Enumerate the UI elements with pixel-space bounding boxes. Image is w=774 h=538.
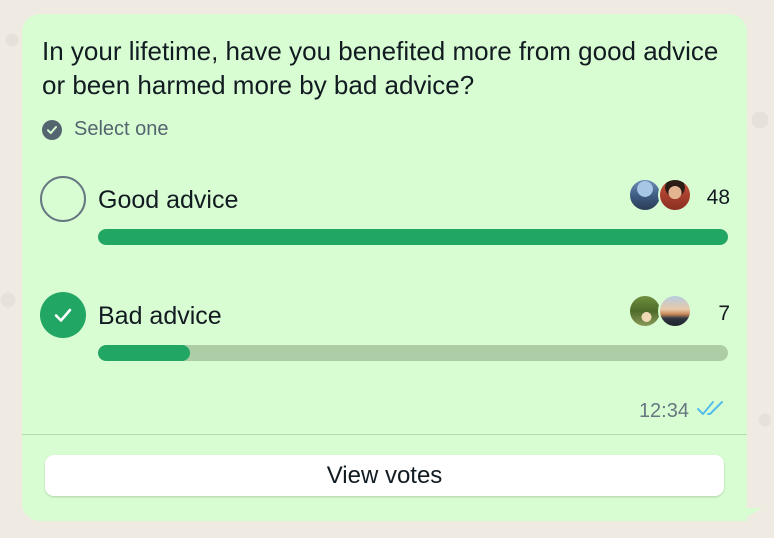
vote-progress-fill (98, 229, 728, 245)
poll-option-label: Good advice (98, 186, 239, 214)
bubble-tail (740, 508, 762, 521)
radio-checked-icon[interactable] (40, 292, 86, 338)
avatar-landscape-icon (628, 178, 662, 212)
avatar-person-icon (658, 178, 692, 212)
double-check-read-icon (697, 398, 727, 424)
view-votes-button[interactable]: View votes (45, 455, 724, 496)
message-meta: 12:34 (639, 398, 727, 424)
poll-question: In your lifetime, have you benefited mor… (42, 36, 719, 100)
avatar-sunset-icon (658, 294, 692, 328)
divider (22, 434, 747, 435)
radio-unchecked-icon[interactable] (40, 176, 86, 222)
poll-message-bubble: In your lifetime, have you benefited mor… (22, 14, 747, 521)
vote-progress-track (98, 345, 728, 361)
vote-progress-track (98, 229, 728, 245)
message-time: 12:34 (638, 399, 689, 422)
vote-progress-fill (98, 345, 190, 361)
poll-option-label: Bad advice (98, 302, 222, 330)
select-one-label: Select one (74, 118, 169, 140)
voter-avatars[interactable] (628, 294, 692, 328)
poll-option-good-advice[interactable]: Good advice 48 (40, 176, 730, 256)
vote-count: 7 (718, 302, 730, 325)
voter-avatars[interactable] (628, 178, 692, 212)
avatar-outdoor-icon (628, 294, 662, 328)
select-one-hint: Select one (42, 118, 169, 141)
poll-option-bad-advice[interactable]: Bad advice 7 (40, 292, 730, 372)
check-circle-icon (42, 119, 62, 140)
vote-count: 48 (706, 186, 730, 209)
